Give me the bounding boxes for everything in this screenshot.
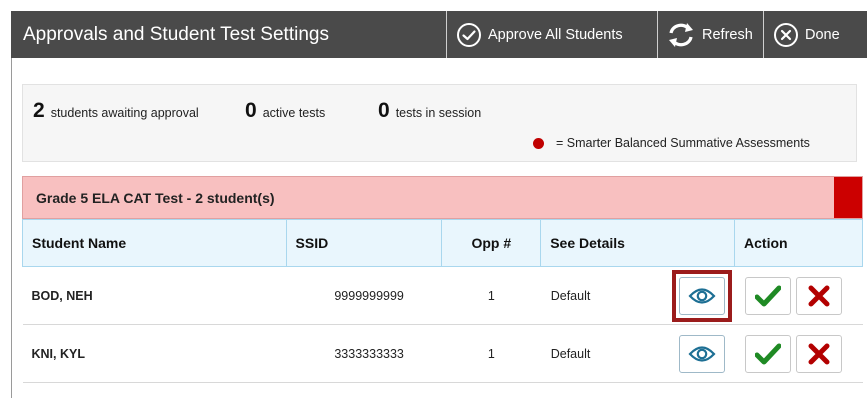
active-count: 0 — [245, 99, 257, 122]
approval-summary: 2 students awaiting approval 0 active te… — [22, 84, 857, 162]
student-ssid: 3333333333 — [286, 324, 442, 383]
check-circle-icon — [457, 22, 481, 47]
done-label: Done — [805, 26, 840, 43]
active-label: active tests — [262, 106, 326, 120]
x-icon — [808, 285, 830, 306]
approve-all-button[interactable]: Approve All Students — [446, 11, 657, 58]
page-title: Approvals and Student Test Settings — [23, 23, 329, 45]
column-header-action: Action — [734, 219, 863, 267]
deny-button[interactable] — [795, 276, 842, 315]
summative-flag — [834, 177, 862, 218]
student-name: BOD, NEH — [22, 266, 287, 325]
column-header-opp: Opp # — [441, 219, 542, 267]
details-value: Default — [550, 346, 591, 361]
approve-all-label: Approve All Students — [488, 26, 623, 43]
table-row: KNI, KYL 3333333333 1 Default — [22, 324, 863, 383]
column-header-details: See Details — [540, 219, 736, 267]
x-icon — [808, 343, 830, 364]
approve-button[interactable] — [744, 276, 791, 315]
awaiting-label: students awaiting approval — [50, 106, 199, 120]
details-cell: Default — [540, 266, 735, 325]
eye-icon — [688, 345, 716, 362]
action-cell — [734, 266, 863, 325]
view-highlight — [671, 269, 732, 322]
details-cell: Default — [540, 324, 735, 383]
column-header-name: Student Name — [22, 219, 287, 267]
refresh-button[interactable]: Refresh — [657, 11, 763, 58]
opportunity-number: 1 — [441, 266, 541, 325]
awaiting-count: 2 — [33, 99, 45, 122]
approval-table: Student Name SSID Opp # See Details Acti… — [22, 219, 863, 383]
checkmark-icon — [754, 285, 781, 306]
eye-icon — [688, 287, 716, 304]
summative-dot-icon — [533, 137, 544, 149]
student-ssid: 9999999999 — [286, 266, 442, 325]
done-button[interactable]: Done — [763, 11, 867, 58]
details-value: Default — [550, 288, 591, 303]
view-details-button[interactable] — [678, 276, 725, 315]
top-toolbar: Approvals and Student Test Settings Appr… — [11, 11, 867, 58]
legend: = Smarter Balanced Summative Assessments — [533, 136, 810, 150]
opportunity-number: 1 — [441, 324, 541, 383]
awaiting-stat: 2 students awaiting approval — [33, 99, 199, 123]
refresh-label: Refresh — [702, 26, 753, 43]
checkmark-icon — [754, 343, 781, 364]
test-group-title: Grade 5 ELA CAT Test - 2 student(s) — [36, 189, 275, 206]
column-header-ssid: SSID — [285, 219, 443, 267]
table-header-row: Student Name SSID Opp # See Details Acti… — [22, 219, 863, 267]
legend-label: = Smarter Balanced Summative Assessments — [556, 136, 810, 150]
student-name: KNI, KYL — [22, 324, 287, 383]
approve-button[interactable] — [744, 334, 791, 373]
panel-border — [11, 58, 12, 398]
deny-button[interactable] — [795, 334, 842, 373]
test-group-header: Grade 5 ELA CAT Test - 2 student(s) — [22, 176, 863, 219]
active-stat: 0 active tests — [245, 99, 325, 123]
view-details-button[interactable] — [678, 334, 725, 373]
close-circle-icon — [774, 22, 798, 47]
session-stat: 0 tests in session — [378, 99, 481, 123]
action-cell — [734, 324, 863, 383]
session-count: 0 — [378, 99, 390, 122]
session-label: tests in session — [395, 106, 482, 120]
refresh-icon — [669, 22, 693, 47]
table-row: BOD, NEH 9999999999 1 Default — [22, 266, 863, 325]
